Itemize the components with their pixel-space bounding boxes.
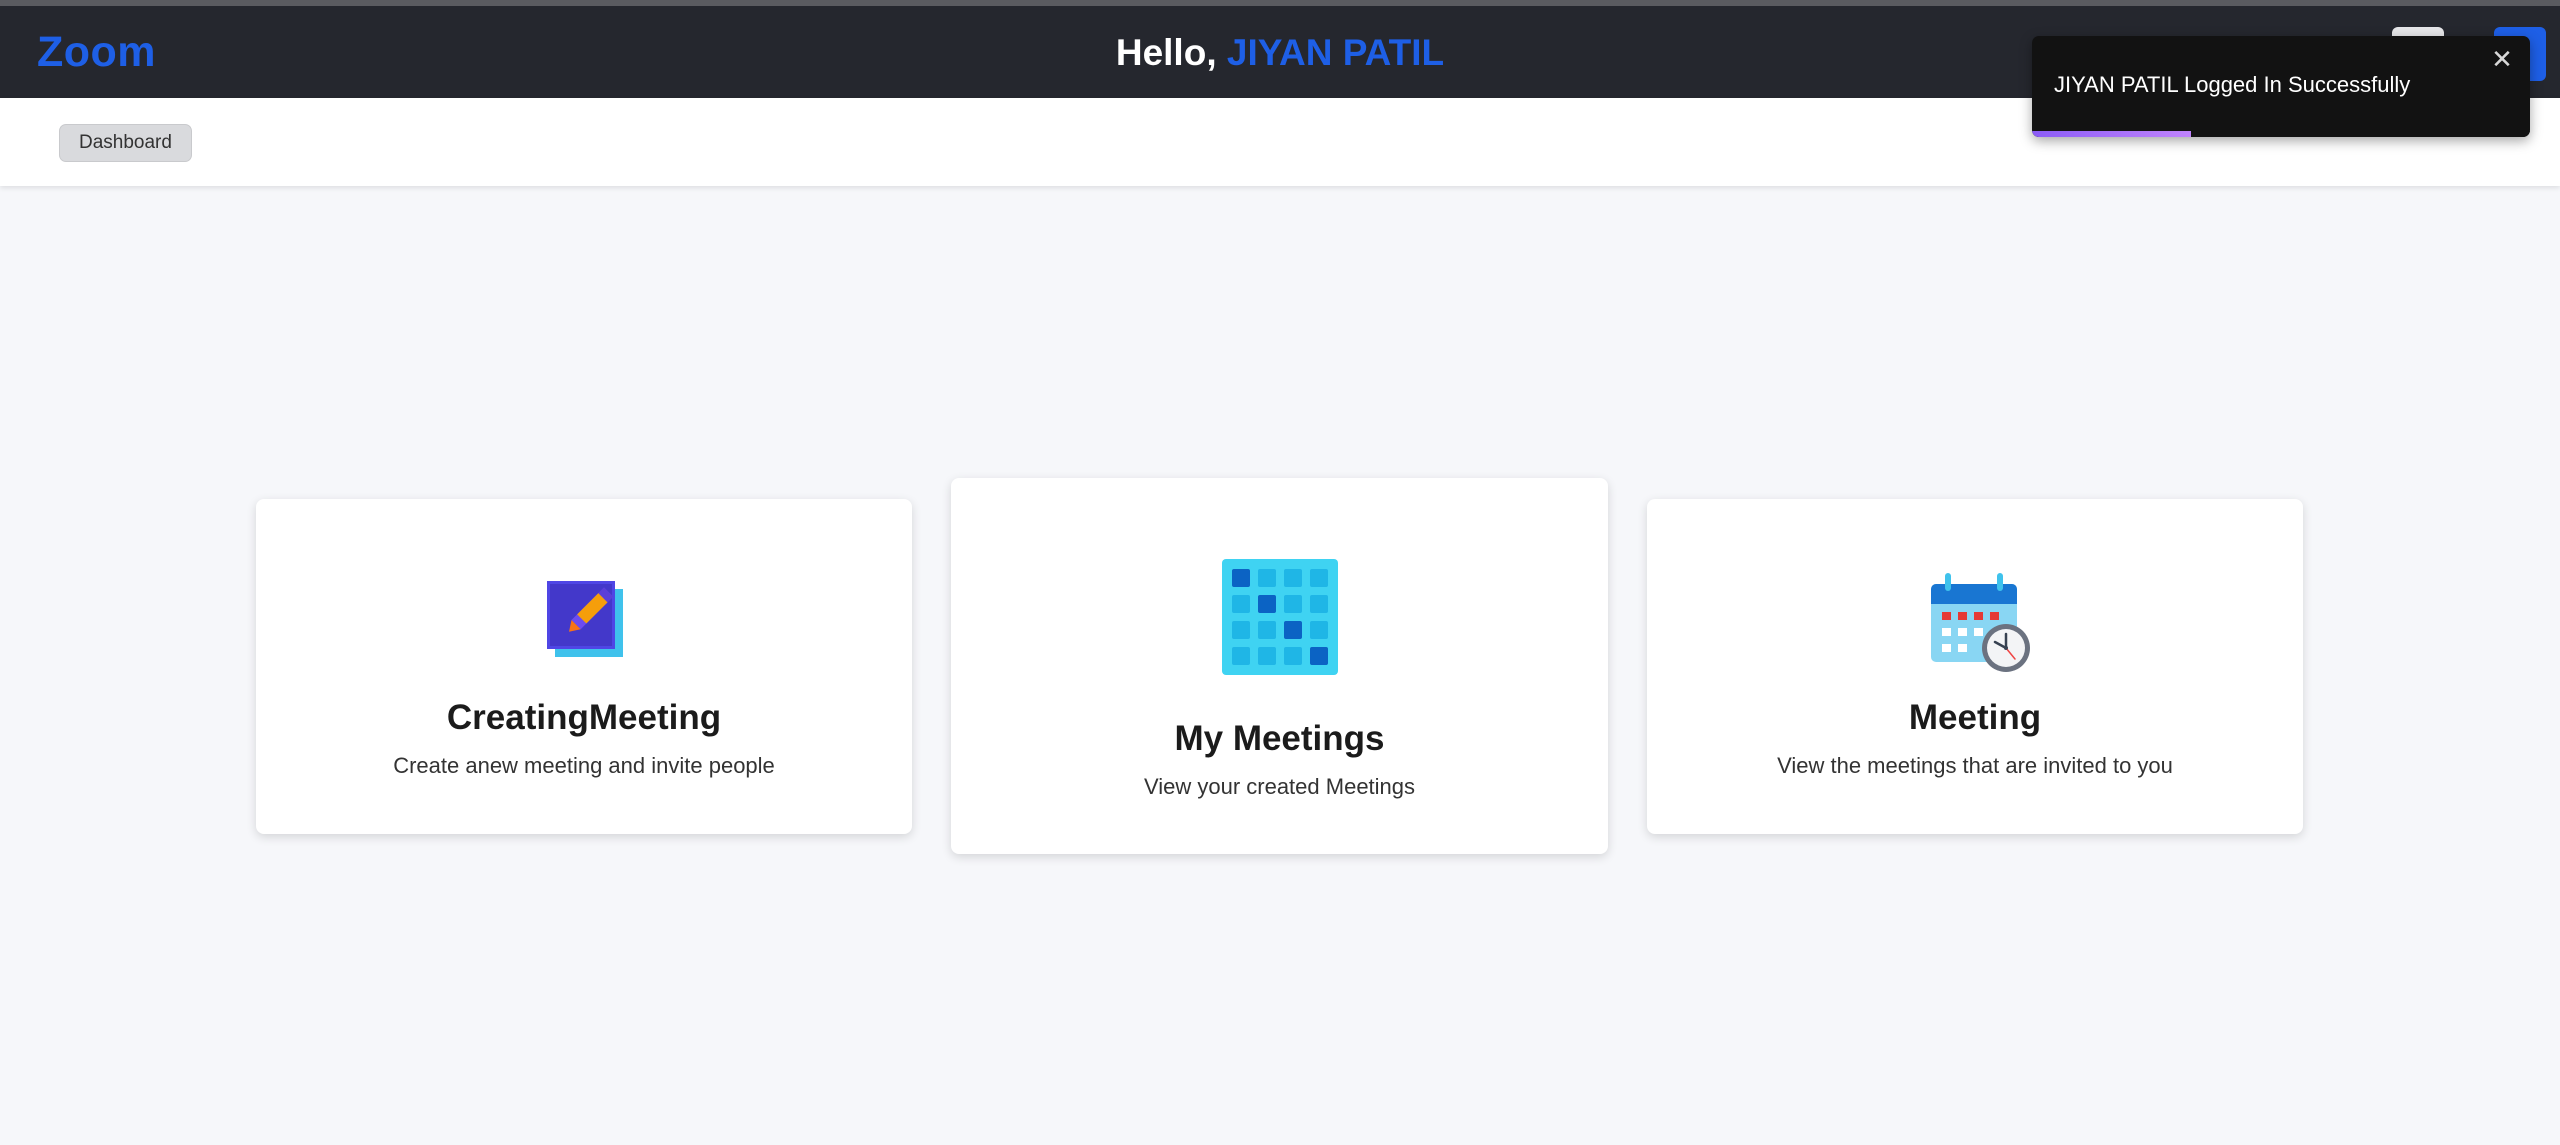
toast-progress-track (2032, 131, 2530, 137)
login-toast: JIYAN PATIL Logged In Successfully ✕ (2032, 36, 2530, 137)
edit-meeting-icon (547, 581, 623, 657)
calendar-grid-icon (1222, 559, 1338, 675)
card-description: Create anew meeting and invite people (393, 753, 775, 778)
invited-meetings-card[interactable]: Meeting View the meetings that are invit… (1647, 499, 2303, 834)
card-title: Meeting (1908, 698, 2042, 737)
calendar-clock-icon (1931, 573, 2030, 672)
greeting-prefix: Hello, (1115, 32, 1227, 73)
toast-progress-bar (2032, 131, 2192, 137)
user-name: JIYAN PATIL (1226, 32, 1445, 73)
toast-message: JIYAN PATIL Logged In Successfully (2054, 72, 2411, 97)
close-icon[interactable]: ✕ (2487, 44, 2517, 74)
breadcrumb-dashboard[interactable]: Dashboard (59, 124, 192, 162)
card-description: View your created Meetings (1143, 774, 1416, 799)
create-meeting-card[interactable]: CreatingMeeting Create anew meeting and … (256, 499, 912, 834)
card-title: CreatingMeeting (446, 698, 722, 737)
card-description: View the meetings that are invited to yo… (1777, 753, 2173, 778)
my-meetings-card[interactable]: My Meetings View your created Meetings (951, 478, 1608, 854)
card-title: My Meetings (1174, 719, 1385, 758)
